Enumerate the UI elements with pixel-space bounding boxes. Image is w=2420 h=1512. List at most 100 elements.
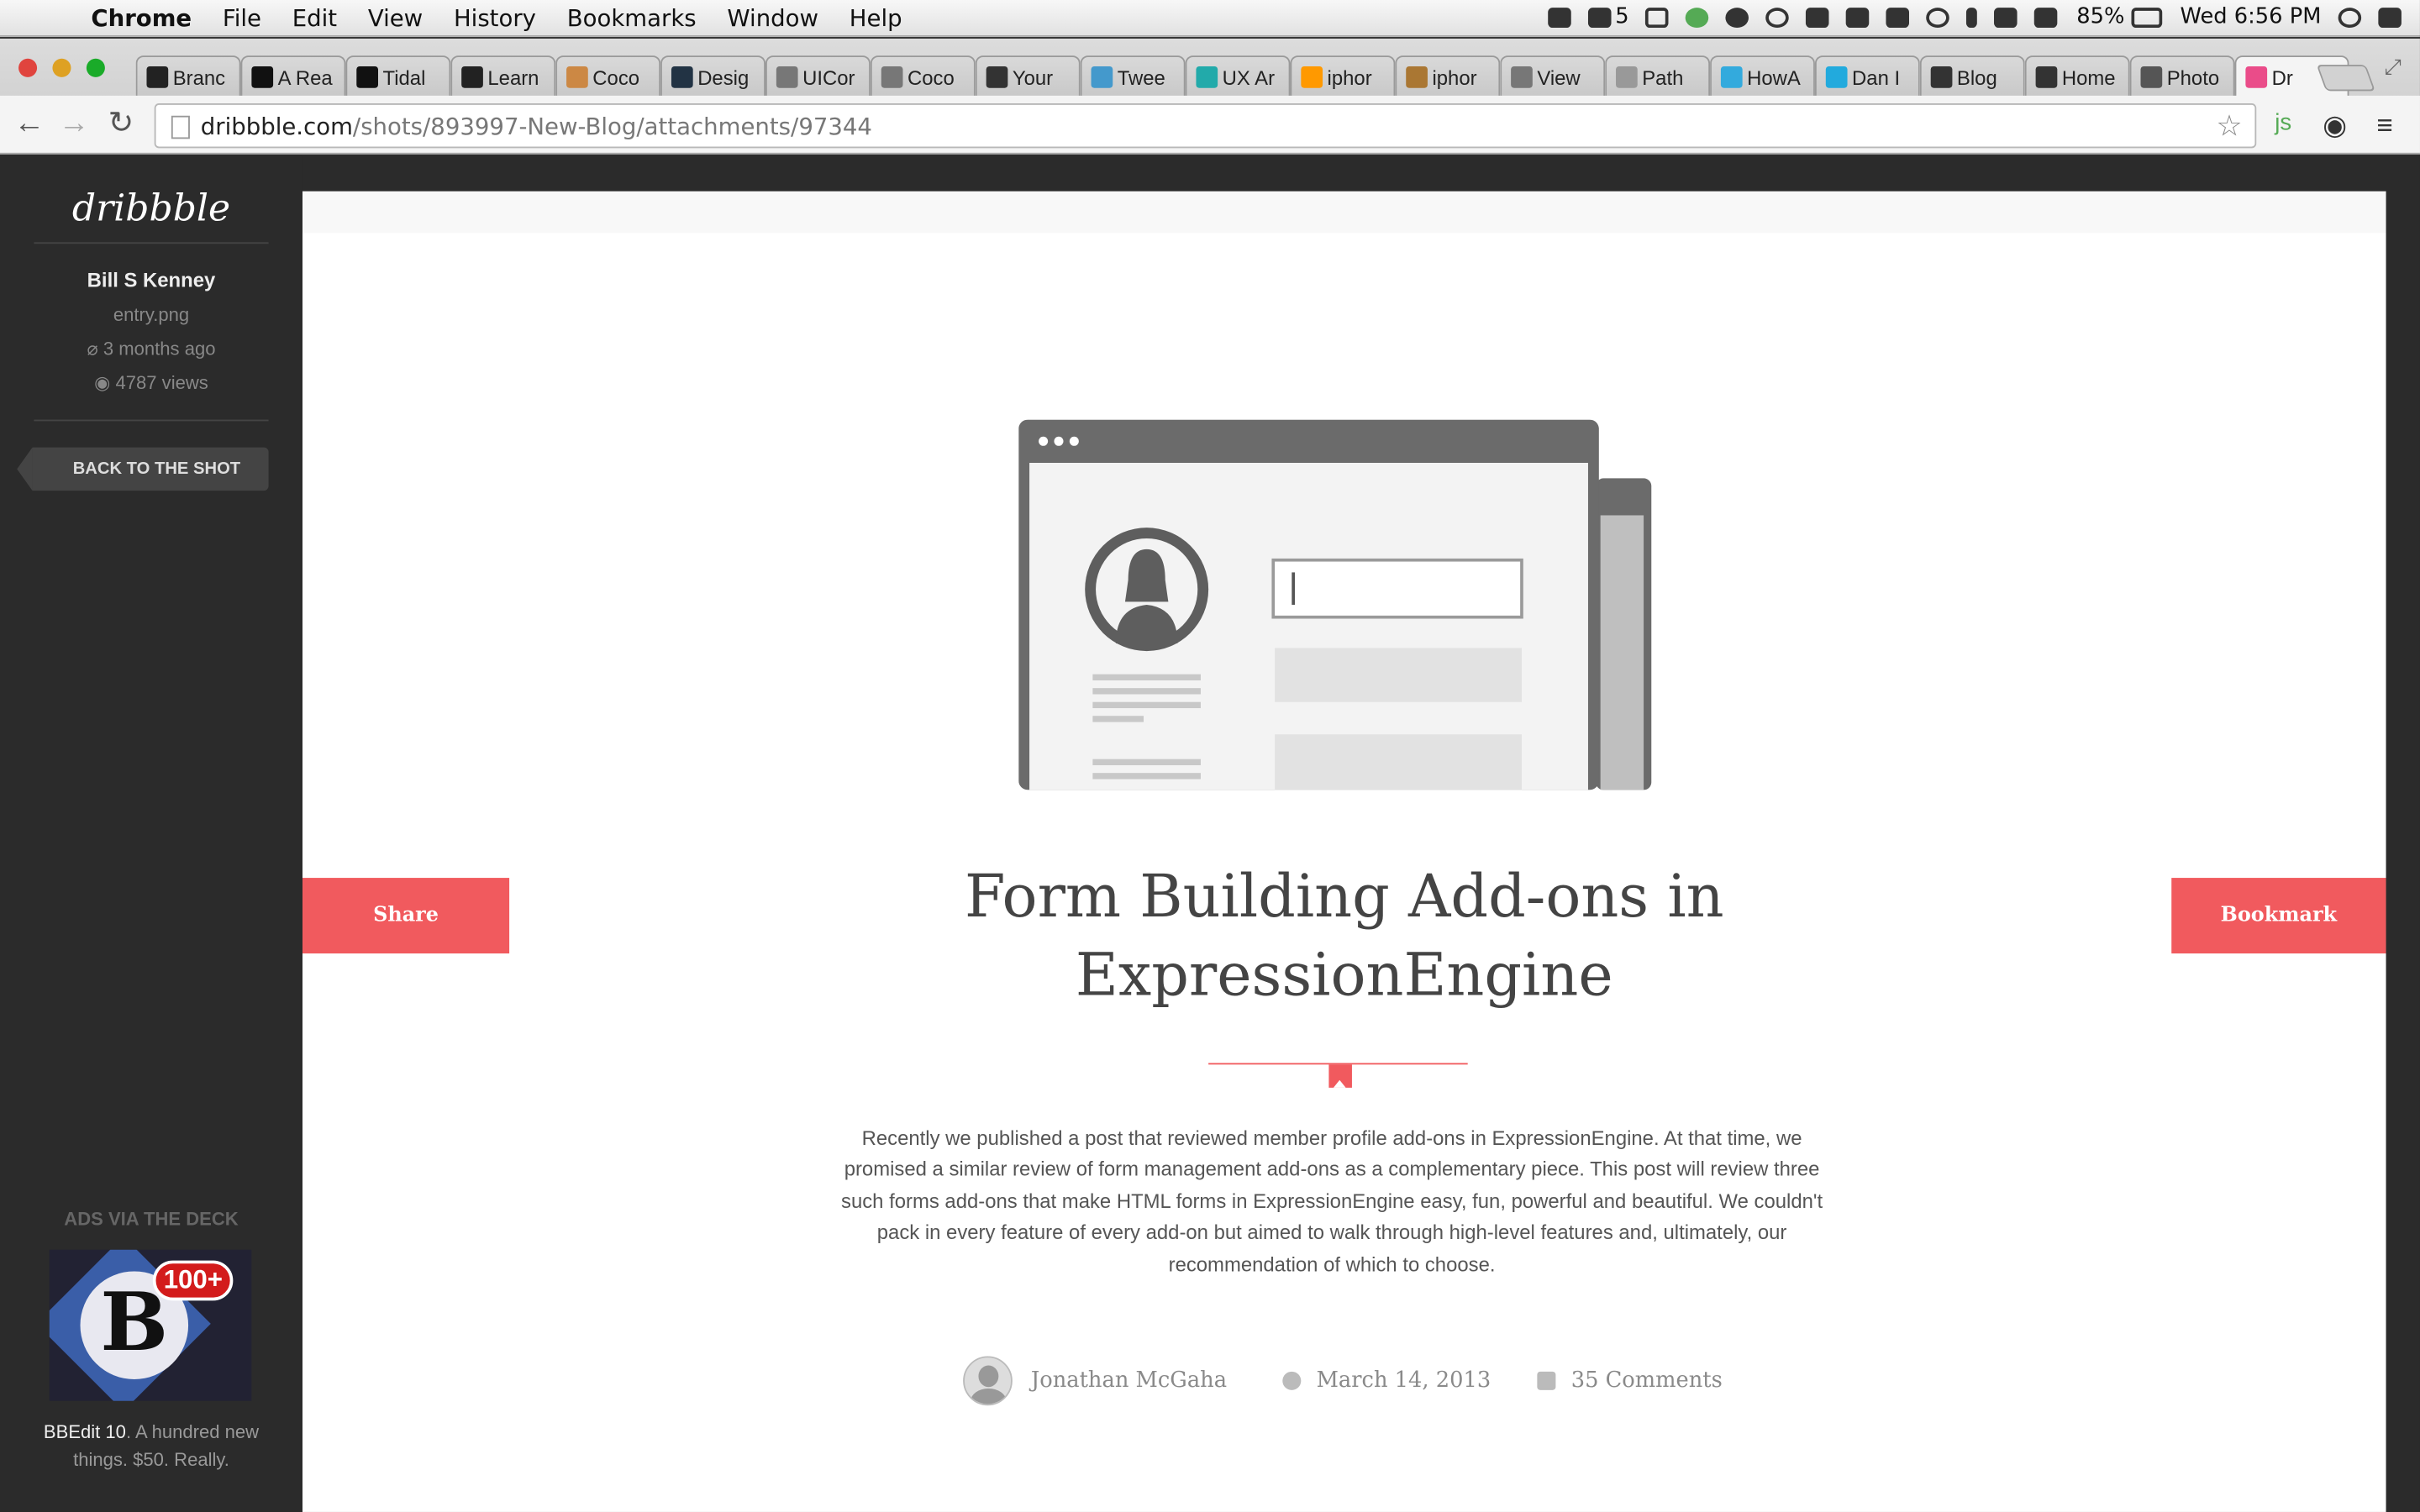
view-count: ◉ 4787 views	[0, 372, 302, 394]
tab-label: A Rea	[277, 66, 333, 89]
wifi-icon[interactable]	[1994, 7, 2018, 28]
tab[interactable]: Blog	[1919, 55, 2025, 97]
upload-age-text: 3 months ago	[103, 338, 216, 360]
share-button[interactable]: Share	[302, 878, 510, 954]
new-tab-button[interactable]	[2316, 65, 2375, 92]
tab[interactable]: Coco	[870, 55, 976, 97]
tab[interactable]: Branc	[135, 55, 241, 97]
spotlight-search-icon[interactable]	[2338, 7, 2362, 28]
elephant-icon[interactable]	[1846, 7, 1870, 28]
divider	[34, 242, 269, 244]
address-bar[interactable]: dribbble.com/shots/893997-New-Blog/attac…	[154, 103, 2257, 149]
tab[interactable]: Dan I	[1814, 55, 1920, 97]
zoom-window-button[interactable]	[86, 58, 105, 77]
app-menu-chrome[interactable]: Chrome	[91, 5, 192, 33]
favicon-icon	[1616, 66, 1638, 88]
tab[interactable]: UX Ar	[1185, 55, 1291, 97]
tab[interactable]: HowA	[1710, 55, 1815, 97]
tab[interactable]: Twee	[1080, 55, 1186, 97]
bookmark-button[interactable]: Bookmark	[2171, 878, 2386, 954]
volume-icon[interactable]	[2034, 7, 2059, 28]
field-placeholder-shape	[1275, 734, 1522, 790]
evernote-icon[interactable]	[1686, 7, 1710, 28]
text-line-shape	[1092, 674, 1201, 680]
ad-image[interactable]: B 100+	[49, 1249, 252, 1401]
ad-text[interactable]: BBEdit 10. A hundred new things. $50. Re…	[31, 1418, 272, 1473]
author-name[interactable]: Bill S Kenney	[0, 269, 302, 292]
tab[interactable]: Photo	[2129, 55, 2235, 97]
task-check-icon[interactable]	[1886, 7, 1910, 28]
sync-icon[interactable]	[1766, 7, 1790, 28]
screenshot-icon[interactable]	[1645, 7, 1670, 28]
battery-icon[interactable]	[2130, 7, 2162, 28]
tab-label: Home	[2061, 66, 2116, 89]
menu-history[interactable]: History	[454, 5, 536, 33]
tab[interactable]: Path	[1605, 55, 1711, 97]
tab[interactable]: Coco	[555, 55, 661, 97]
close-window-button[interactable]	[18, 58, 38, 77]
time-machine-icon[interactable]	[1927, 7, 1950, 28]
upload-age: ⌀ 3 months ago	[0, 338, 302, 360]
tab[interactable]: Home	[2024, 55, 2130, 97]
menu-edit[interactable]: Edit	[292, 5, 337, 33]
attachment-viewer: Share Bookmark Form Building Add-ons in …	[302, 191, 2386, 1512]
tab-label: Coco	[907, 66, 955, 89]
tab-label: Desig	[697, 66, 750, 89]
battery-percent: 85%	[2076, 4, 2125, 29]
post-title-line-1: Form Building Add-ons in	[964, 862, 1724, 931]
macos-menubar: Chrome File Edit View History Bookmarks …	[0, 0, 2420, 38]
coffee-icon[interactable]	[1806, 7, 1830, 28]
menu-bookmarks[interactable]: Bookmarks	[567, 5, 697, 33]
minimize-window-button[interactable]	[52, 58, 71, 77]
bluetooth-icon[interactable]	[1966, 7, 1978, 28]
tab[interactable]: UICor	[765, 55, 871, 97]
clock[interactable]: Wed 6:56 PM	[2181, 5, 2322, 29]
tab[interactable]: Desig	[660, 55, 766, 97]
text-line-shape	[1092, 773, 1201, 780]
adobe-icon[interactable]	[1587, 7, 1611, 28]
forward-arrow-icon[interactable]: →	[59, 108, 90, 139]
window-dot-icon	[1069, 436, 1079, 446]
favicon-icon	[251, 66, 274, 88]
js-extension-icon[interactable]: js	[2275, 109, 2291, 135]
tab-label: Blog	[1956, 66, 1997, 89]
favicon-icon	[1091, 66, 1113, 88]
bookmark-star-icon[interactable]: ☆	[2216, 109, 2242, 143]
reload-icon[interactable]: ↻	[108, 108, 134, 139]
tab[interactable]: iphor	[1290, 55, 1396, 97]
favicon-icon	[2035, 66, 2058, 88]
back-arrow-icon[interactable]: ←	[14, 108, 45, 139]
fullscreen-icon[interactable]: ⤢	[2384, 54, 2402, 80]
tab[interactable]: Learn	[450, 55, 556, 97]
alfred-icon[interactable]	[1726, 7, 1749, 28]
favicon-icon	[461, 66, 483, 88]
post-meta: Jonathan McGaha March 14, 2013 35 Commen…	[963, 1356, 1723, 1406]
tab[interactable]: Your	[975, 55, 1081, 97]
menu-help[interactable]: Help	[850, 5, 902, 33]
menu-view[interactable]: View	[368, 5, 423, 33]
ads-heading[interactable]: ADS VIA THE DECK	[0, 1208, 302, 1230]
notification-center-icon[interactable]	[2378, 7, 2402, 28]
menu-window[interactable]: Window	[727, 5, 818, 33]
image-top-band	[302, 191, 2386, 234]
tab-label: Branc	[172, 66, 226, 89]
tab[interactable]: iphor	[1395, 55, 1501, 97]
tab-label: Learn	[487, 66, 539, 89]
tab-label: Dr	[2271, 66, 2293, 89]
favicon-icon	[2140, 66, 2163, 88]
tab[interactable]: A Rea	[240, 55, 346, 97]
dropbox-icon[interactable]	[1547, 7, 1570, 28]
screen: Chrome File Edit View History Bookmarks …	[0, 0, 2420, 1512]
chrome-menu-icon[interactable]: ≡	[2377, 109, 2393, 142]
menu-file[interactable]: File	[223, 5, 261, 33]
favicon-icon	[1301, 66, 1323, 88]
dribbble-logo[interactable]: dribbble	[0, 186, 302, 229]
clock-icon	[1282, 1371, 1302, 1390]
tab[interactable]: View	[1500, 55, 1606, 97]
comments-icon	[1537, 1371, 1556, 1390]
eye-extension-icon[interactable]: ◉	[2323, 109, 2347, 142]
post-title-line-2: ExpressionEngine	[1075, 941, 1613, 1010]
tab[interactable]: Tidal	[345, 55, 451, 97]
address-domain: dribbble.com	[200, 113, 353, 141]
back-to-shot-button[interactable]: BACK TO THE SHOT	[17, 447, 269, 491]
